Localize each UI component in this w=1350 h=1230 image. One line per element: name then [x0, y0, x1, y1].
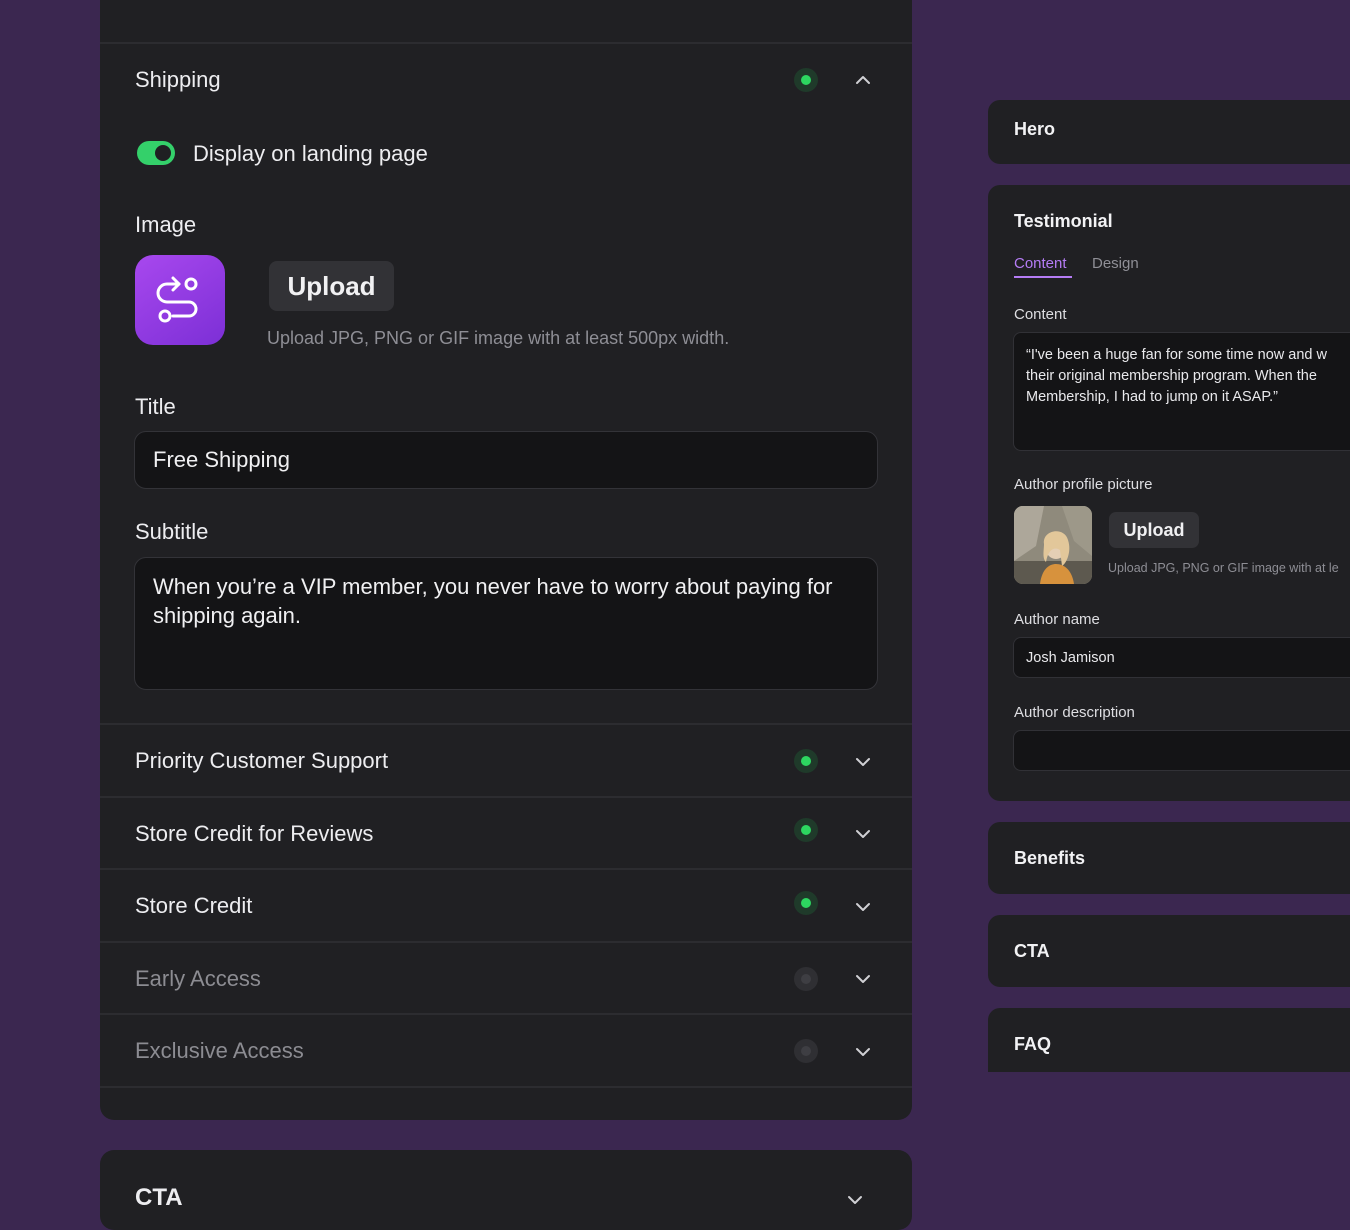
shipping-title: Shipping: [135, 67, 221, 92]
cta-title: CTA: [135, 1184, 183, 1211]
status-dot-active: [794, 68, 818, 92]
chevron-down-icon[interactable]: [853, 969, 873, 989]
hero-section-card[interactable]: Hero: [988, 100, 1350, 164]
chevron-down-icon[interactable]: [853, 1042, 873, 1062]
benefits-title: Benefits: [1014, 848, 1086, 868]
chevron-down-icon[interactable]: [853, 824, 873, 844]
cta-section-card[interactable]: CTA: [988, 915, 1350, 987]
item-title: Store Credit for Reviews: [135, 821, 374, 846]
route-icon: [135, 255, 225, 345]
display-toggle-label: Display on landing page: [193, 141, 428, 166]
item-title: Store Credit: [135, 893, 253, 918]
display-toggle[interactable]: [137, 141, 175, 165]
chevron-down-icon[interactable]: [853, 752, 873, 772]
chevron-down-icon[interactable]: [845, 1190, 865, 1210]
faq-title: FAQ: [1014, 1034, 1052, 1054]
benefits-section-card[interactable]: Benefits: [988, 822, 1350, 894]
testimonial-section-card: Testimonial Content Design Content “I've…: [988, 185, 1350, 801]
divider: [100, 42, 912, 44]
author-description-label: Author description: [1014, 704, 1135, 721]
status-dot-inactive: [794, 967, 818, 991]
author-name-label: Author name: [1014, 611, 1100, 628]
content-label: Content: [1014, 306, 1067, 323]
divider: [100, 723, 912, 725]
author-upload-hint: Upload JPG, PNG or GIF image with at le: [1108, 561, 1339, 575]
upload-button[interactable]: Upload: [269, 261, 394, 311]
author-picture-label: Author profile picture: [1014, 476, 1153, 493]
title-label: Title: [135, 394, 176, 419]
status-dot-active: [794, 749, 818, 773]
item-title: Exclusive Access: [135, 1038, 304, 1063]
divider: [100, 796, 912, 798]
benefits-editor-panel: Shipping Display on landing page Image U…: [100, 0, 912, 1120]
hero-title: Hero: [1014, 119, 1056, 139]
tab-active-indicator: [1014, 276, 1072, 278]
author-upload-button[interactable]: Upload: [1109, 512, 1199, 548]
item-title: Priority Customer Support: [135, 748, 389, 773]
status-dot-active: [794, 891, 818, 915]
cta-panel[interactable]: CTA: [100, 1150, 912, 1230]
content-line: their original membership program. When …: [1026, 368, 1317, 384]
testimonial-title: Testimonial: [1014, 211, 1113, 231]
faq-section-card[interactable]: FAQ: [988, 1008, 1350, 1072]
subtitle-textarea[interactable]: When you’re a VIP member, you never have…: [134, 557, 878, 690]
content-line: Membership, I had to jump on it ASAP.”: [1026, 389, 1279, 405]
tab-design[interactable]: Design: [1092, 255, 1139, 272]
author-name-input[interactable]: Josh Jamison: [1013, 637, 1350, 678]
subtitle-label: Subtitle: [135, 519, 209, 544]
status-dot-inactive: [794, 1039, 818, 1063]
title-input[interactable]: Free Shipping: [134, 431, 878, 489]
cta-title: CTA: [1014, 941, 1050, 961]
tab-content[interactable]: Content: [1014, 255, 1067, 272]
avatar: [1014, 506, 1092, 584]
testimonial-content-textarea[interactable]: “I've been a huge fan for some time now …: [1013, 332, 1350, 451]
divider: [100, 1013, 912, 1015]
author-description-input[interactable]: [1013, 730, 1350, 771]
upload-hint: Upload JPG, PNG or GIF image with at lea…: [267, 328, 730, 348]
divider: [100, 1086, 912, 1088]
image-label: Image: [135, 212, 197, 237]
content-line: “I've been a huge fan for some time now …: [1026, 347, 1327, 363]
item-title: Early Access: [135, 966, 261, 991]
divider: [100, 941, 912, 943]
chevron-up-icon[interactable]: [853, 70, 873, 90]
chevron-down-icon[interactable]: [853, 897, 873, 917]
divider: [100, 868, 912, 870]
status-dot-active: [794, 818, 818, 842]
